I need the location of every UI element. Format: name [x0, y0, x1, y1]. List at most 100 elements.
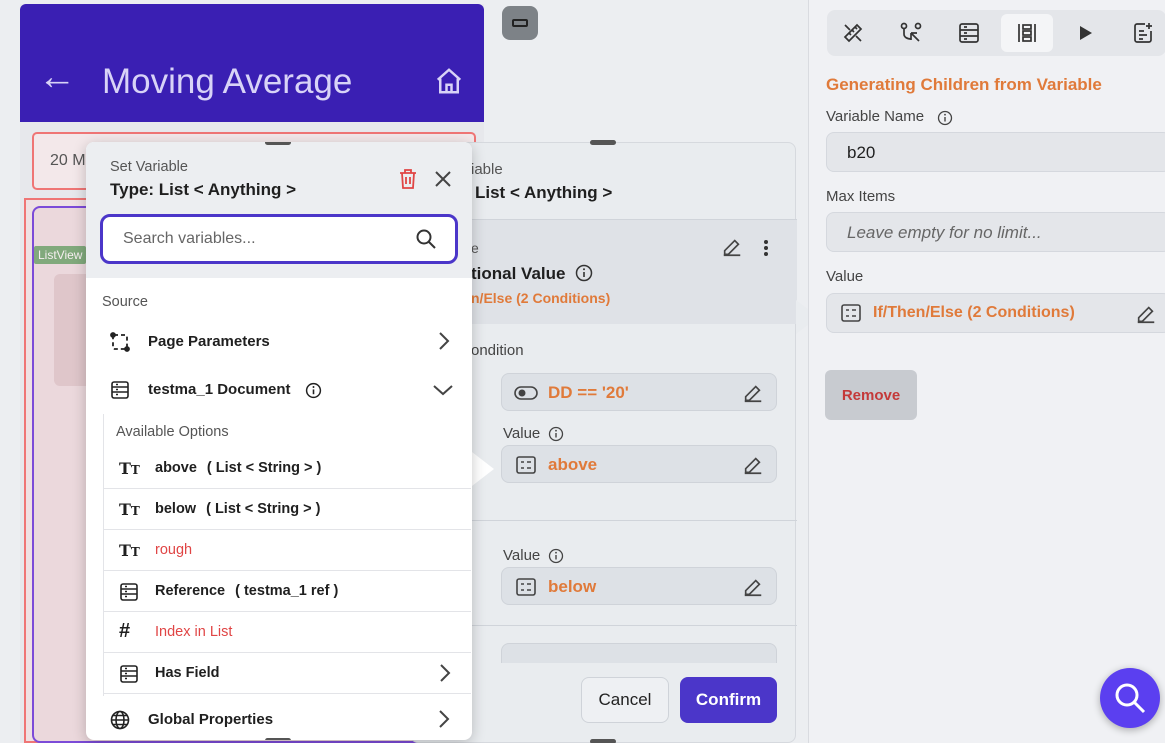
- option-name: Reference: [155, 583, 226, 599]
- text-icon: TT: [119, 500, 140, 519]
- value-field[interactable]: If/Then/Else (2 Conditions): [826, 293, 1165, 333]
- info-icon[interactable]: [937, 110, 953, 126]
- document-label: testma_1 Document: [148, 381, 291, 398]
- panel-header-type: List < Anything >: [475, 183, 613, 202]
- max-items-field[interactable]: Leave empty for no limit...: [826, 212, 1165, 252]
- trash-icon[interactable]: [398, 168, 418, 190]
- info-icon: [575, 264, 593, 282]
- option-type: ( testma_1 ref ): [235, 583, 339, 599]
- max-items-placeholder: Leave empty for no limit...: [847, 223, 1042, 242]
- option-name: Has Field: [155, 665, 220, 681]
- text-icon: TT: [119, 459, 140, 478]
- option-name: Index in List: [155, 624, 233, 640]
- variable-name-field[interactable]: b20: [826, 132, 1165, 172]
- condition-label: ondition: [471, 342, 524, 359]
- tab-design[interactable]: [827, 14, 879, 52]
- tab-actions[interactable]: [885, 14, 937, 52]
- option-row-disabled: TT rough: [103, 530, 471, 571]
- document-icon: [516, 578, 536, 596]
- preview-field-text: 20 M: [50, 152, 86, 169]
- tab-backend[interactable]: [943, 14, 995, 52]
- action-flow-icon: [900, 22, 922, 42]
- value-chip-2[interactable]: below: [501, 567, 777, 605]
- page-parameters-icon: [110, 332, 130, 352]
- tab-notes[interactable]: [1117, 14, 1165, 52]
- option-type: ( List < String > ): [206, 460, 322, 476]
- option-name: below: [155, 501, 197, 517]
- page-parameters-row[interactable]: Page Parameters: [86, 318, 472, 364]
- more-vertical-icon[interactable]: [759, 238, 773, 258]
- value-chip-1[interactable]: above: [501, 445, 777, 483]
- section-subtitle: n/Else (2 Conditions): [471, 290, 611, 306]
- set-variable-dialog: Set Variable Type: List < Anything > Sou…: [86, 142, 472, 740]
- search-icon: [1115, 683, 1146, 714]
- available-options-label: Available Options: [116, 424, 229, 440]
- option-row[interactable]: TT above ( List < String > ): [103, 448, 471, 489]
- properties-toolbar: [827, 10, 1165, 56]
- document-icon: [120, 583, 138, 601]
- section-letter: e: [471, 240, 479, 256]
- chevron-down-icon[interactable]: [432, 384, 454, 396]
- back-arrow-icon[interactable]: ←: [38, 58, 76, 96]
- search-field[interactable]: [100, 214, 458, 264]
- option-row[interactable]: Has Field: [103, 653, 471, 694]
- panel-header-label: iable: [471, 161, 503, 178]
- option-name: above: [155, 460, 197, 476]
- document-icon: [516, 456, 536, 474]
- dialog-title: Set Variable: [110, 159, 188, 175]
- value-1: above: [548, 455, 598, 474]
- dialog-type: Type: List < Anything >: [110, 180, 297, 199]
- generate-children-icon: [1018, 24, 1036, 42]
- floating-search-button[interactable]: [1100, 668, 1160, 728]
- remove-button[interactable]: Remove: [825, 370, 917, 420]
- document-icon: [111, 381, 129, 399]
- chevron-right-icon[interactable]: [438, 331, 450, 351]
- document-icon: [841, 304, 861, 322]
- cancel-button[interactable]: Cancel: [581, 677, 669, 723]
- variable-name-value: b20: [847, 143, 876, 162]
- value-2: below: [548, 577, 597, 596]
- section-title: tional Value: [471, 264, 566, 283]
- edit-pencil-icon[interactable]: [742, 382, 764, 404]
- option-row[interactable]: TT below ( List < String > ): [103, 489, 471, 530]
- value-label-1: Value: [503, 425, 541, 442]
- edit-pencil-icon[interactable]: [742, 454, 764, 476]
- value-label: Value: [826, 268, 864, 285]
- info-icon[interactable]: [305, 382, 322, 399]
- confirm-button[interactable]: Confirm: [680, 677, 777, 723]
- edit-pencil-icon[interactable]: [1135, 303, 1157, 325]
- edit-pencil-icon[interactable]: [721, 236, 743, 258]
- tab-generate-children[interactable]: [1001, 14, 1053, 52]
- value-text: If/Then/Else (2 Conditions): [873, 304, 1075, 321]
- chevron-right-icon[interactable]: [438, 709, 450, 729]
- global-properties-row[interactable]: Global Properties: [86, 696, 472, 740]
- tab-run[interactable]: [1059, 14, 1111, 52]
- notes-add-icon: [1134, 23, 1152, 43]
- document-icon: [120, 665, 138, 683]
- close-icon[interactable]: [434, 170, 452, 188]
- design-tools-icon: [843, 23, 863, 43]
- option-name: rough: [155, 542, 193, 558]
- database-icon: [959, 23, 979, 43]
- condition-value: DD == '20': [548, 383, 629, 402]
- option-row-disabled: # Index in List: [103, 612, 471, 653]
- option-row[interactable]: Reference ( testma_1 ref ): [103, 571, 471, 612]
- text-icon: TT: [119, 541, 140, 560]
- source-label: Source: [102, 294, 148, 310]
- pointer-arrow: [472, 452, 494, 486]
- document-row[interactable]: testma_1 Document: [86, 366, 472, 412]
- home-icon[interactable]: [434, 66, 464, 96]
- search-icon[interactable]: [415, 228, 437, 250]
- edit-pencil-icon[interactable]: [742, 576, 764, 598]
- option-type: ( List < String > ): [206, 501, 321, 517]
- info-icon: [548, 426, 564, 442]
- chevron-right-icon[interactable]: [439, 663, 451, 683]
- condition-chip[interactable]: DD == '20': [501, 373, 777, 411]
- globe-icon: [110, 710, 130, 730]
- listview-tag: ListView: [34, 246, 87, 264]
- properties-panel: Generating Children from Variable Variab…: [808, 0, 1165, 743]
- search-input[interactable]: [123, 227, 413, 251]
- app-header: ← Moving Average: [20, 4, 484, 122]
- preview-toggle-button[interactable]: [502, 6, 538, 40]
- app-title: Moving Average: [102, 62, 353, 101]
